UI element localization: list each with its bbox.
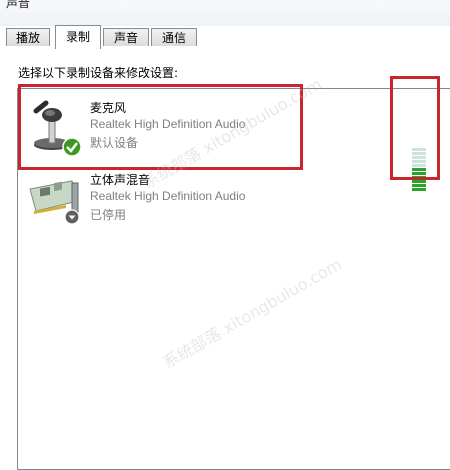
meter-segment: [412, 172, 426, 175]
window-titlebar: 声音: [0, 0, 450, 26]
meter-segment: [412, 156, 426, 159]
tab-playback[interactable]: 播放: [6, 28, 50, 46]
tab-recording[interactable]: 录制: [55, 25, 101, 49]
meter-segment: [412, 184, 426, 187]
device-name: 麦克风: [90, 101, 127, 115]
window-title: 声音: [6, 0, 31, 10]
tab-strip: 播放 录制 声音 通信: [0, 25, 450, 49]
meter-segment: [412, 168, 426, 171]
tab-sounds[interactable]: 声音: [103, 28, 149, 46]
level-meter: [412, 148, 426, 192]
device-item-stereo-mix[interactable]: 立体声混音 Realtek High Definition Audio 已停用: [22, 165, 442, 235]
meter-segment: [412, 152, 426, 155]
meter-segment: [412, 180, 426, 183]
device-item-microphone[interactable]: 麦克风 Realtek High Definition Audio 默认设备: [22, 93, 442, 163]
recording-panel: 选择以下录制设备来修改设置: 麦克风 Realtek High Definiti…: [0, 48, 450, 470]
device-description: Realtek High Definition Audio: [90, 117, 246, 131]
meter-segment: [412, 176, 426, 179]
meter-segment: [412, 188, 426, 191]
meter-segment: [412, 164, 426, 167]
default-check-icon: [62, 137, 82, 157]
meter-segment: [412, 160, 426, 163]
device-status: 默认设备: [90, 136, 139, 150]
meter-segment: [412, 148, 426, 151]
device-name: 立体声混音: [90, 173, 151, 187]
device-status: 已停用: [90, 208, 127, 222]
device-list[interactable]: 麦克风 Realtek High Definition Audio 默认设备 立…: [17, 88, 450, 470]
device-description: Realtek High Definition Audio: [90, 189, 246, 203]
tab-communications[interactable]: 通信: [151, 28, 197, 46]
instruction-label: 选择以下录制设备来修改设置:: [18, 66, 179, 80]
disabled-arrow-icon: [64, 209, 80, 225]
